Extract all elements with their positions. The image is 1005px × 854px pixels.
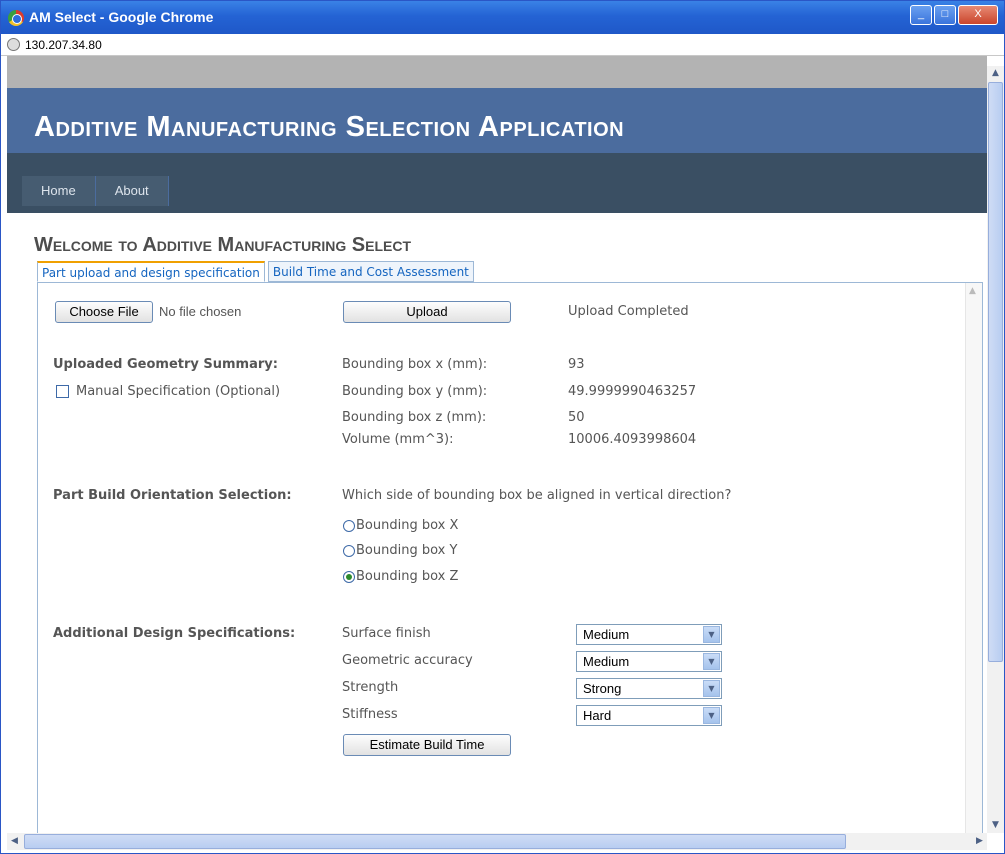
surface-finish-label: Surface finish xyxy=(342,626,431,641)
maximize-button[interactable]: □ xyxy=(934,5,956,25)
scroll-left-arrow-icon[interactable]: ◀ xyxy=(7,834,22,849)
minimize-button[interactable]: _ xyxy=(910,5,932,25)
volume-label: Volume (mm^3): xyxy=(342,432,454,447)
surface-finish-value: Medium xyxy=(583,627,630,642)
orientation-question: Which side of bounding box be aligned in… xyxy=(342,488,732,503)
manual-spec-label: Manual Specification (Optional) xyxy=(76,384,281,399)
upload-button[interactable]: Upload xyxy=(343,301,511,323)
address-bar[interactable]: 130.207.34.80 xyxy=(1,34,1004,56)
close-button[interactable]: X xyxy=(958,5,998,25)
globe-icon xyxy=(7,38,20,51)
volume-value: 10006.4093998604 xyxy=(568,432,697,447)
nav-item-home[interactable]: Home xyxy=(22,176,96,206)
bbox-y-value: 49.9999990463257 xyxy=(568,384,697,399)
chevron-down-icon[interactable]: ▼ xyxy=(703,626,720,643)
nav-item-about[interactable]: About xyxy=(95,176,169,206)
bbox-x-label: Bounding box x (mm): xyxy=(342,357,488,372)
geometry-heading: Uploaded Geometry Summary: xyxy=(53,357,278,372)
chevron-down-icon[interactable]: ▼ xyxy=(703,707,720,724)
page-viewport: Additive Manufacturing Selection Applica… xyxy=(7,56,987,833)
top-strip xyxy=(7,56,987,88)
orientation-heading: Part Build Orientation Selection: xyxy=(53,488,292,503)
radio-bbox-z[interactable] xyxy=(343,571,355,583)
chrome-logo-icon xyxy=(8,10,24,26)
nav-menu: Home About xyxy=(22,176,169,206)
page-vertical-scrollbar[interactable]: ▲ ▼ xyxy=(987,66,1004,833)
strength-label: Strength xyxy=(342,680,399,695)
window-title: AM Select - Google Chrome xyxy=(29,9,214,25)
nav-bar: Home About xyxy=(7,153,987,213)
bbox-z-label: Bounding box z (mm): xyxy=(342,410,487,425)
manual-spec-checkbox[interactable] xyxy=(56,385,69,398)
radio-bbox-x-label: Bounding box X xyxy=(356,518,459,533)
stiffness-select[interactable]: Hard ▼ xyxy=(576,705,722,726)
stiffness-value: Hard xyxy=(583,708,612,723)
strength-select[interactable]: Strong ▼ xyxy=(576,678,722,699)
radio-bbox-y[interactable] xyxy=(343,545,355,557)
bbox-y-label: Bounding box y (mm): xyxy=(342,384,488,399)
choose-file-button[interactable]: Choose File xyxy=(55,301,153,323)
tab-part-upload[interactable]: Part upload and design specification xyxy=(37,261,265,282)
site-header: Additive Manufacturing Selection Applica… xyxy=(7,88,987,153)
strength-value: Strong xyxy=(583,681,622,696)
geometric-accuracy-label: Geometric accuracy xyxy=(342,653,473,668)
scroll-down-arrow-icon[interactable]: ▼ xyxy=(988,818,1003,833)
url-text[interactable]: 130.207.34.80 xyxy=(25,38,102,52)
browser-window: AM Select - Google Chrome _ □ X 130.207.… xyxy=(0,0,1005,854)
geometric-accuracy-value: Medium xyxy=(583,654,630,669)
scroll-up-icon[interactable]: ▲ xyxy=(969,286,979,296)
page-horizontal-scrollbar[interactable]: ◀ ▶ xyxy=(7,833,987,850)
horizontal-scroll-thumb[interactable] xyxy=(24,834,846,849)
chevron-down-icon[interactable]: ▼ xyxy=(703,653,720,670)
window-controls: _ □ X xyxy=(910,5,998,25)
radio-bbox-y-label: Bounding box Y xyxy=(356,543,458,558)
stiffness-label: Stiffness xyxy=(342,707,398,722)
upload-status: Upload Completed xyxy=(568,304,689,319)
bbox-z-value: 50 xyxy=(568,410,585,425)
radio-bbox-x[interactable] xyxy=(343,520,355,532)
scroll-right-arrow-icon[interactable]: ▶ xyxy=(972,834,987,849)
radio-bbox-z-label: Bounding box Z xyxy=(356,569,459,584)
title-bar: AM Select - Google Chrome _ □ X xyxy=(1,1,1004,34)
geometric-accuracy-select[interactable]: Medium ▼ xyxy=(576,651,722,672)
site-title: Additive Manufacturing Selection Applica… xyxy=(34,111,625,143)
file-status-text: No file chosen xyxy=(159,304,242,319)
vertical-scroll-thumb[interactable] xyxy=(988,82,1003,662)
design-heading: Additional Design Specifications: xyxy=(53,626,296,641)
tab-strip: Part upload and design specification Bui… xyxy=(37,261,474,282)
scroll-up-arrow-icon[interactable]: ▲ xyxy=(988,66,1003,81)
tab-panel: ▲ Choose File No file chosen Upload Uplo… xyxy=(37,282,983,833)
page-title: Welcome to Additive Manufacturing Select xyxy=(34,234,411,256)
tab-build-time-cost[interactable]: Build Time and Cost Assessment xyxy=(267,261,474,282)
bbox-x-value: 93 xyxy=(568,357,585,372)
panel-scrollbar[interactable]: ▲ xyxy=(965,283,982,833)
chevron-down-icon[interactable]: ▼ xyxy=(703,680,720,697)
estimate-build-time-button[interactable]: Estimate Build Time xyxy=(343,734,511,756)
surface-finish-select[interactable]: Medium ▼ xyxy=(576,624,722,645)
